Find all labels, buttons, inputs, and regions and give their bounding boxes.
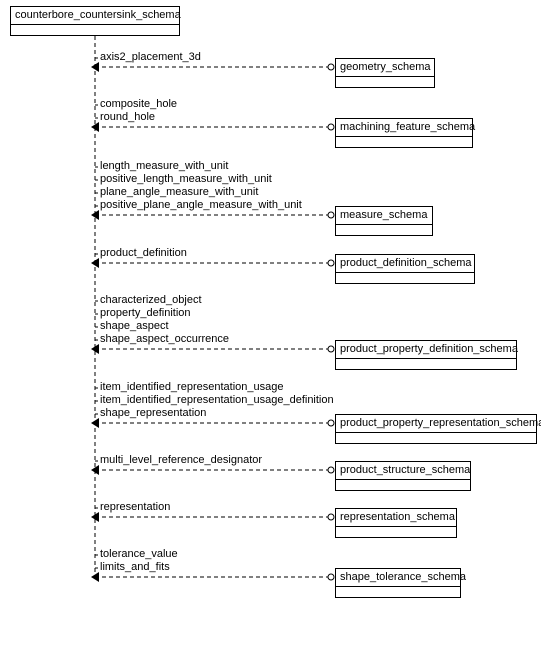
attr-label: positive_plane_angle_measure_with_unit <box>100 199 302 212</box>
target-divider <box>336 479 470 480</box>
target-schema-label: machining_feature_schema <box>340 121 475 133</box>
attr-label: positive_length_measure_with_unit <box>100 173 302 186</box>
target-schema-box-6: product_structure_schema <box>335 461 471 491</box>
target-divider <box>336 272 474 273</box>
target-schema-box-4: product_property_definition_schema <box>335 340 517 370</box>
source-schema-box: counterbore_countersink_schema <box>10 6 180 36</box>
target-schema-box-8: shape_tolerance_schema <box>335 568 461 598</box>
attr-label: length_measure_with_unit <box>100 160 302 173</box>
attrs-group-4: characterized_object property_definition… <box>100 294 229 346</box>
target-divider <box>336 136 472 137</box>
target-schema-box-1: machining_feature_schema <box>335 118 473 148</box>
attrs-group-6: multi_level_reference_designator <box>100 454 262 467</box>
target-schema-label: shape_tolerance_schema <box>340 571 466 583</box>
attrs-group-5: item_identified_representation_usage ite… <box>100 381 334 420</box>
attr-label: multi_level_reference_designator <box>100 454 262 467</box>
target-schema-box-2: measure_schema <box>335 206 433 236</box>
attr-label: shape_representation <box>100 407 334 420</box>
target-schema-label: representation_schema <box>340 511 455 523</box>
target-schema-label: geometry_schema <box>340 61 431 73</box>
target-divider <box>336 432 536 433</box>
target-schema-label: product_definition_schema <box>340 257 471 269</box>
attr-label: plane_angle_measure_with_unit <box>100 186 302 199</box>
source-divider <box>11 24 179 25</box>
target-divider <box>336 224 432 225</box>
target-schema-box-3: product_definition_schema <box>335 254 475 284</box>
target-schema-label: measure_schema <box>340 209 427 221</box>
attrs-group-1: composite_hole round_hole <box>100 98 177 124</box>
target-divider <box>336 586 460 587</box>
attr-label: product_definition <box>100 247 187 260</box>
attr-label: property_definition <box>100 307 229 320</box>
attrs-group-7: representation <box>100 501 170 514</box>
attr-label: axis2_placement_3d <box>100 51 201 64</box>
target-divider <box>336 358 516 359</box>
attrs-group-3: product_definition <box>100 247 187 260</box>
target-divider <box>336 526 456 527</box>
source-schema-label: counterbore_countersink_schema <box>15 9 175 21</box>
attrs-group-8: tolerance_value limits_and_fits <box>100 548 178 574</box>
target-schema-label: product_property_representation_schema <box>340 417 541 429</box>
attrs-group-2: length_measure_with_unit positive_length… <box>100 160 302 212</box>
target-schema-box-5: product_property_representation_schema <box>335 414 537 444</box>
connectors-svg <box>0 0 541 649</box>
attr-label: limits_and_fits <box>100 561 178 574</box>
target-divider <box>336 76 434 77</box>
attr-label: composite_hole <box>100 98 177 111</box>
target-schema-box-0: geometry_schema <box>335 58 435 88</box>
attr-label: shape_aspect_occurrence <box>100 333 229 346</box>
attr-label: item_identified_representation_usage_def… <box>100 394 334 407</box>
attr-label: tolerance_value <box>100 548 178 561</box>
attrs-group-0: axis2_placement_3d <box>100 51 201 64</box>
attr-label: shape_aspect <box>100 320 229 333</box>
attr-label: representation <box>100 501 170 514</box>
target-schema-label: product_property_definition_schema <box>340 343 518 355</box>
attr-label: item_identified_representation_usage <box>100 381 334 394</box>
attr-label: round_hole <box>100 111 177 124</box>
target-schema-box-7: representation_schema <box>335 508 457 538</box>
diagram-canvas: counterbore_countersink_schema axis2_pla… <box>0 0 541 649</box>
attr-label: characterized_object <box>100 294 229 307</box>
target-schema-label: product_structure_schema <box>340 464 470 476</box>
